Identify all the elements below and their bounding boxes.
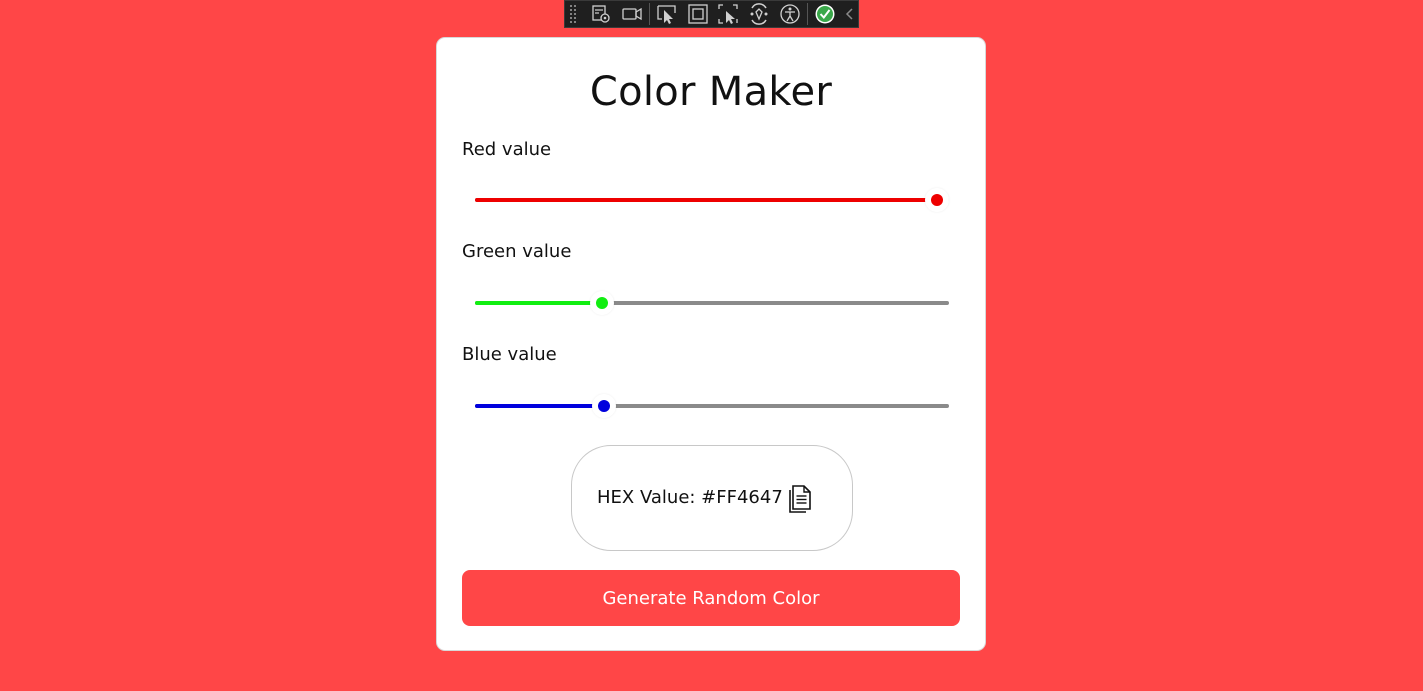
slider-thumb[interactable] (925, 188, 949, 212)
slider-thumb[interactable] (590, 291, 614, 315)
copy-document-icon[interactable] (786, 484, 814, 516)
collapse-chevron-icon[interactable] (842, 1, 858, 27)
toolbar-grip-handle[interactable] (569, 4, 577, 24)
accessibility-icon[interactable] (776, 1, 804, 27)
debug-toolbar (564, 0, 859, 28)
slider-thumb[interactable] (592, 394, 616, 418)
color-maker-card: Color Maker Red value Green value Blue v… (436, 37, 986, 651)
green-slider[interactable] (475, 291, 949, 315)
record-video-icon[interactable] (618, 1, 646, 27)
green-value-label: Green value (462, 241, 572, 262)
slider-fill (475, 404, 604, 408)
generate-random-color-button[interactable]: Generate Random Color (462, 570, 960, 626)
slider-fill (475, 301, 602, 305)
select-element-icon[interactable] (653, 1, 681, 27)
thumb-dot (598, 400, 610, 412)
binding-check-icon[interactable] (811, 1, 839, 27)
hex-value-text: HEX Value: #FF4647 (597, 487, 783, 508)
toolbar-separator (648, 3, 650, 25)
blue-slider[interactable] (475, 394, 949, 418)
red-slider[interactable] (475, 188, 949, 212)
blue-value-label: Blue value (462, 344, 557, 365)
display-layout-adorners-icon[interactable] (684, 1, 712, 27)
thumb-dot (931, 194, 943, 206)
page-title: Color Maker (589, 69, 833, 115)
hot-reload-icon[interactable] (745, 1, 773, 27)
hex-value-box: HEX Value: #FF4647 (571, 445, 853, 551)
live-visual-tree-icon[interactable] (587, 1, 615, 27)
toolbar-separator (807, 3, 809, 25)
slider-fill (475, 198, 937, 202)
red-value-label: Red value (462, 139, 552, 160)
track-focus-icon[interactable] (715, 1, 743, 27)
thumb-dot (596, 297, 608, 309)
